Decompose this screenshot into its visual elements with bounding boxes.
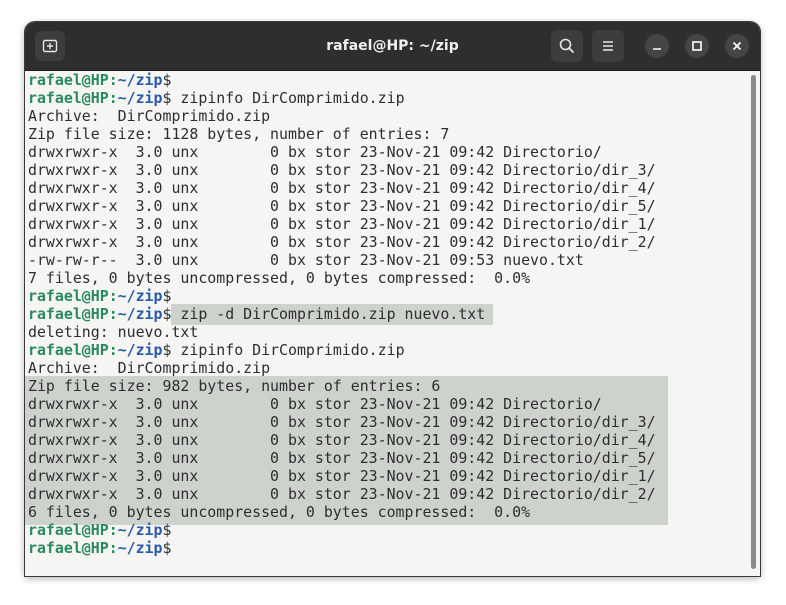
- output-line: Archive: DirComprimido.zip: [28, 359, 271, 377]
- prompt-user: rafael@HP: [28, 305, 109, 323]
- search-button[interactable]: [551, 30, 583, 62]
- prompt-line: rafael@HP:~/zip$: [28, 539, 656, 557]
- output-line: drwxrwxr-x 3.0 unx 0 bx stor 23-Nov-21 0…: [28, 215, 656, 233]
- output-line: drwxrwxr-x 3.0 unx 0 bx stor 23-Nov-21 0…: [28, 179, 656, 197]
- menu-button[interactable]: [592, 30, 624, 62]
- scrollbar[interactable]: [747, 71, 760, 576]
- title-bar[interactable]: rafael@HP: ~/zip: [25, 22, 760, 71]
- prompt-user: rafael@HP: [28, 89, 109, 107]
- prompt-separator: :: [108, 305, 118, 323]
- output-line: Archive: DirComprimido.zip: [28, 107, 271, 125]
- close-icon: [732, 41, 742, 51]
- terminal-lines: rafael@HP:~/zip$ rafael@HP:~/zip$ zipinfo…: [28, 71, 656, 557]
- prompt-separator: :: [108, 341, 118, 359]
- output-line: Zip file size: 982 bytes, number of entr…: [28, 377, 441, 395]
- prompt-separator: :: [108, 539, 118, 557]
- output-line: drwxrwxr-x 3.0 unx 0 bx stor 23-Nov-21 0…: [28, 467, 656, 485]
- prompt-user: rafael@HP: [28, 539, 109, 557]
- output-line: drwxrwxr-x 3.0 unx 0 bx stor 23-Nov-21 0…: [28, 485, 656, 503]
- new-tab-button[interactable]: [35, 31, 65, 61]
- output-line: drwxrwxr-x 3.0 unx 0 bx stor 23-Nov-21 0…: [28, 395, 602, 413]
- close-button[interactable]: [725, 34, 749, 58]
- terminal-output[interactable]: rafael@HP:~/zip$ rafael@HP:~/zip$ zipinfo…: [25, 71, 747, 576]
- prompt-line: rafael@HP:~/zip$ zipinfo DirComprimido.z…: [28, 341, 656, 359]
- prompt-user: rafael@HP: [28, 71, 109, 89]
- prompt-separator: :: [108, 521, 118, 539]
- prompt-line: rafael@HP:~/zip$ zip -d DirComprimido.zi…: [28, 305, 656, 323]
- prompt-dollar: $: [162, 539, 172, 557]
- output-line: drwxrwxr-x 3.0 unx 0 bx stor 23-Nov-21 0…: [28, 449, 656, 467]
- search-icon: [559, 38, 574, 53]
- minimize-button[interactable]: [645, 34, 669, 58]
- prompt-path: ~/zip: [117, 305, 163, 323]
- minimize-icon: [653, 48, 661, 50]
- prompt-path: ~/zip: [117, 287, 163, 305]
- prompt-path: ~/zip: [117, 89, 163, 107]
- output-line: drwxrwxr-x 3.0 unx 0 bx stor 23-Nov-21 0…: [28, 233, 656, 251]
- prompt-path: ~/zip: [117, 539, 163, 557]
- output-line: -rw-rw-r-- 3.0 unx 0 bx stor 23-Nov-21 0…: [28, 251, 584, 269]
- prompt-separator: :: [108, 71, 118, 89]
- prompt-dollar: $: [162, 287, 172, 305]
- prompt-line: rafael@HP:~/zip$: [28, 287, 656, 305]
- output-line: drwxrwxr-x 3.0 unx 0 bx stor 23-Nov-21 0…: [28, 197, 656, 215]
- command-text: zipinfo DirComprimido.zip: [171, 89, 405, 107]
- prompt-path: ~/zip: [117, 71, 163, 89]
- prompt-separator: :: [108, 89, 118, 107]
- maximize-button[interactable]: [685, 34, 709, 58]
- command-text: zip -d DirComprimido.zip nuevo.txt: [171, 305, 486, 323]
- maximize-icon: [692, 41, 702, 51]
- prompt-line: rafael@HP:~/zip$ zipinfo DirComprimido.z…: [28, 89, 656, 107]
- scrollbar-thumb[interactable]: [751, 75, 756, 569]
- prompt-dollar: $: [162, 71, 172, 89]
- output-line: 6 files, 0 bytes uncompressed, 0 bytes c…: [28, 503, 531, 521]
- command-text: zipinfo DirComprimido.zip: [171, 341, 405, 359]
- prompt-user: rafael@HP: [28, 287, 109, 305]
- prompt-line: rafael@HP:~/zip$: [28, 71, 656, 89]
- prompt-user: rafael@HP: [28, 341, 109, 359]
- output-line: 7 files, 0 bytes uncompressed, 0 bytes c…: [28, 269, 531, 287]
- prompt-line: rafael@HP:~/zip$: [28, 521, 656, 539]
- prompt-path: ~/zip: [117, 341, 163, 359]
- prompt-dollar: $: [162, 521, 172, 539]
- output-line: deleting: nuevo.txt: [28, 323, 199, 341]
- prompt-path: ~/zip: [117, 521, 163, 539]
- hamburger-menu-icon: [603, 41, 613, 51]
- prompt-user: rafael@HP: [28, 521, 109, 539]
- new-tab-icon: [42, 39, 58, 53]
- output-line: drwxrwxr-x 3.0 unx 0 bx stor 23-Nov-21 0…: [28, 431, 656, 449]
- terminal-window: rafael@HP: ~/zip rafael@HP:~/zip$ rafael…: [25, 22, 760, 576]
- output-line: drwxrwxr-x 3.0 unx 0 bx stor 23-Nov-21 0…: [28, 413, 656, 431]
- prompt-separator: :: [108, 287, 118, 305]
- output-line: drwxrwxr-x 3.0 unx 0 bx stor 23-Nov-21 0…: [28, 161, 656, 179]
- output-line: Zip file size: 1128 bytes, number of ent…: [28, 125, 450, 143]
- output-line: drwxrwxr-x 3.0 unx 0 bx stor 23-Nov-21 0…: [28, 143, 602, 161]
